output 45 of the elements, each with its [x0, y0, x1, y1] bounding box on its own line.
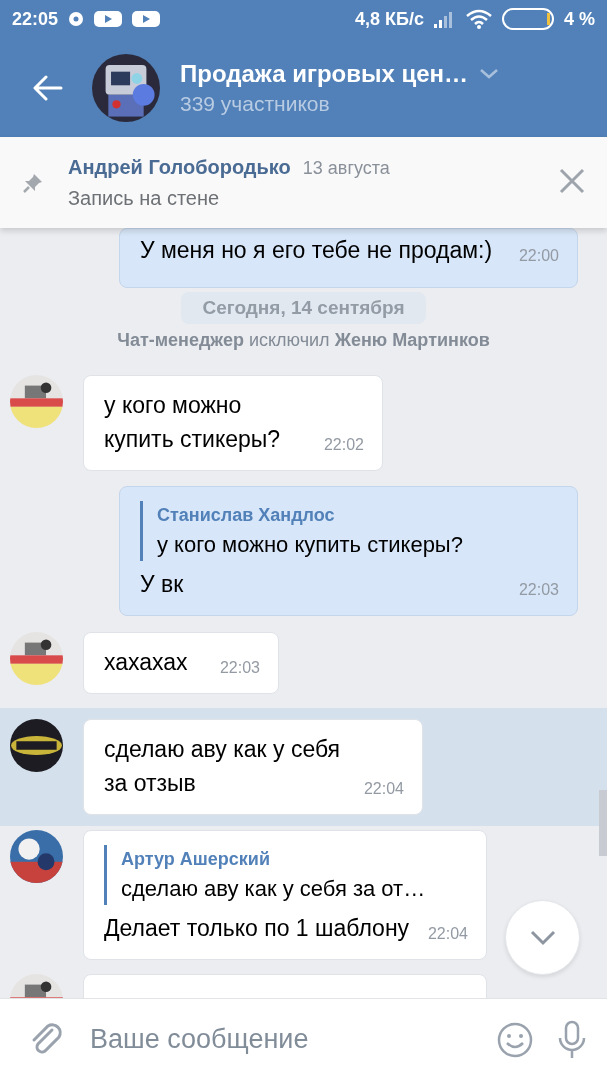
close-icon: [559, 168, 585, 194]
member-count: 339 участников: [180, 91, 331, 116]
quote-text: у кого можно купить стикеры?: [157, 531, 464, 559]
disc-icon: [68, 11, 85, 27]
pin-icon: [22, 171, 44, 194]
chevron-down-icon[interactable]: [480, 68, 499, 79]
pinned-author: Андрей Голобородько: [68, 155, 291, 179]
message-time: 22:04: [363, 779, 404, 799]
message-text: Делает только по 1 шаблону: [104, 914, 410, 943]
message-text: хахахах: [104, 648, 188, 677]
back-arrow-icon: [33, 74, 63, 101]
wifi-icon: [465, 9, 492, 29]
scrollbar[interactable]: [599, 790, 607, 856]
pinned-date: 13 августа: [302, 157, 390, 179]
chevron-down-icon: [529, 929, 556, 946]
emoji-button[interactable]: [497, 1021, 533, 1058]
date-badge: Сегодня, 14 сентября: [181, 292, 426, 324]
quote-text: сделаю аву как у себя за от…: [121, 875, 427, 903]
play-icon: [132, 11, 161, 27]
message-composer[interactable]: Ваше сообщение: [0, 998, 607, 1080]
chat-title[interactable]: Продажа игровых цен…: [180, 59, 469, 88]
battery-percent: 4 %: [563, 8, 595, 30]
message-text: у кого можно купить стикеры?: [104, 391, 282, 454]
microphone-icon: [557, 1019, 587, 1060]
message-text: У вк: [140, 570, 184, 599]
status-time: 22:05: [12, 8, 59, 30]
message-time: 22:03: [518, 580, 559, 600]
pinned-message-bar[interactable]: Андрей Голобородько 13 августа Запись на стене: [0, 137, 607, 228]
network-speed: 4,8 КБ/с: [355, 8, 424, 30]
message-time: 22:03: [219, 658, 260, 678]
message-time: 22:02: [323, 435, 364, 455]
message-time: 22:00: [518, 246, 559, 266]
scroll-down-button[interactable]: [505, 900, 580, 975]
pinned-text: Запись на стене: [68, 186, 221, 210]
message-text: У меня но я его тебе не продам:): [140, 236, 493, 265]
message-input[interactable]: Ваше сообщение: [88, 1023, 473, 1056]
message-text: сделаю аву как у себя за отзыв: [104, 735, 342, 798]
quote-author: Станислав Хандлос: [157, 504, 336, 527]
battery-icon: [501, 8, 554, 30]
system-message: Чат-менеджер исключил Женю Мартинков: [116, 330, 491, 351]
message-time: 22:04: [427, 924, 468, 944]
quote-author: Артур Ашерский: [121, 848, 271, 871]
play-icon: [94, 11, 123, 27]
smiley-icon: [497, 1021, 533, 1058]
voice-button[interactable]: [557, 1019, 587, 1060]
